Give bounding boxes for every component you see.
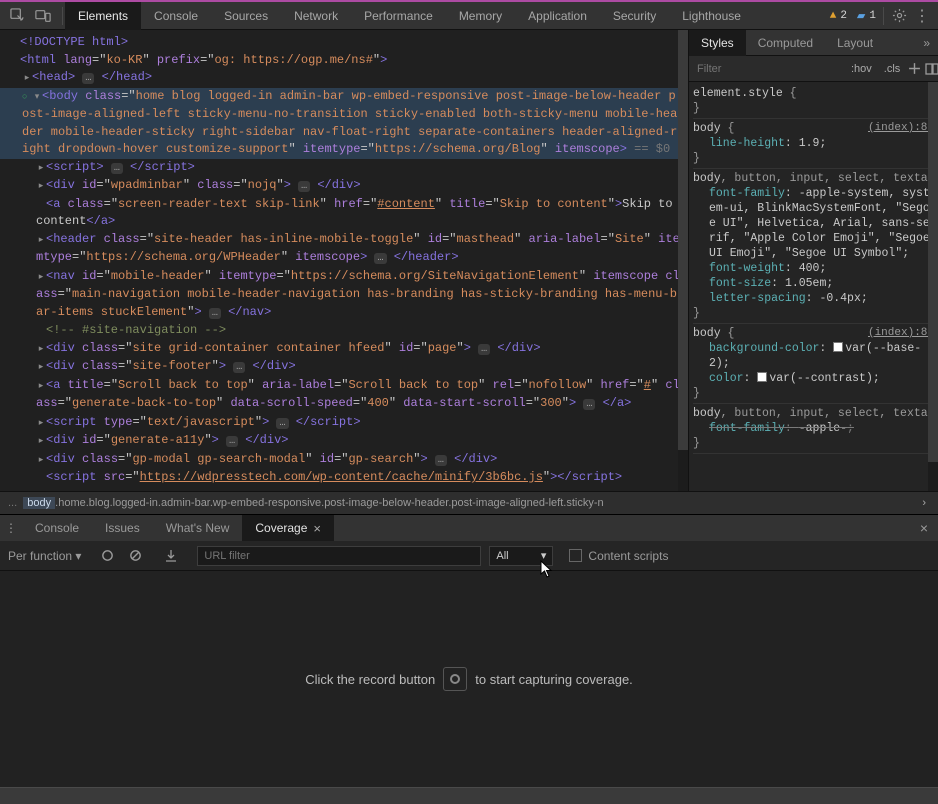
empty-text-after: to start capturing coverage. xyxy=(475,672,633,687)
main-tab-sources[interactable]: Sources xyxy=(211,2,281,30)
record-hint-icon[interactable] xyxy=(443,667,467,691)
styles-tab-layout[interactable]: Layout xyxy=(825,30,885,56)
styles-scrollbar[interactable] xyxy=(928,82,938,491)
drawer-close-icon[interactable]: × xyxy=(910,520,938,536)
dom-node[interactable]: <!DOCTYPE html> xyxy=(0,34,688,52)
settings-icon[interactable] xyxy=(886,3,912,29)
warnings-badge[interactable]: ▲2 xyxy=(825,8,852,24)
styles-filter-input[interactable] xyxy=(693,63,843,75)
cls-toggle[interactable]: .cls xyxy=(880,63,905,75)
export-icon[interactable] xyxy=(161,546,181,566)
drawer-tab-issues[interactable]: Issues xyxy=(92,515,153,541)
dom-node[interactable]: <html lang="ko-KR" prefix="og: https://o… xyxy=(0,52,688,70)
dom-node[interactable]: <script> … </script> xyxy=(0,159,688,178)
drawer-menu-icon[interactable]: ⋮ xyxy=(0,515,22,541)
new-rule-icon[interactable] xyxy=(908,59,921,79)
type-filter-select[interactable]: All▾ xyxy=(489,546,553,566)
drawer-tab-coverage[interactable]: Coverage× xyxy=(242,515,334,541)
main-tab-application[interactable]: Application xyxy=(515,2,600,30)
elements-panel[interactable]: <!DOCTYPE html><html lang="ko-KR" prefix… xyxy=(0,30,688,491)
styles-rules[interactable]: element.style {}body {(index):83line-hei… xyxy=(689,82,938,491)
device-toggle-icon[interactable] xyxy=(30,3,56,29)
css-rule[interactable]: body {(index):83line-height: 1.9;} xyxy=(693,119,934,169)
coverage-toolbar: Per function ▾ All▾ Content scripts xyxy=(0,541,938,571)
css-rule[interactable]: body {(index):83background-color: var(--… xyxy=(693,324,934,404)
hov-toggle[interactable]: :hov xyxy=(847,63,876,75)
css-rule[interactable]: body, button, input, select, textarea {2… xyxy=(693,404,934,454)
dom-node[interactable]: <!-- #site-navigation --> xyxy=(0,322,688,340)
inspect-icon[interactable] xyxy=(4,3,30,29)
drawer-tabs: ⋮ ConsoleIssuesWhat's NewCoverage×× xyxy=(0,515,938,541)
per-function-select[interactable]: Per function ▾ xyxy=(8,549,81,563)
issues-badge[interactable]: ▰1 xyxy=(852,7,881,25)
dom-node[interactable]: <div class="site grid-container containe… xyxy=(0,340,688,359)
coverage-empty-state: Click the record button to start capturi… xyxy=(0,571,938,787)
styles-panel: StylesComputedLayout » :hov .cls element.… xyxy=(688,30,938,491)
dom-node[interactable]: <nav id="mobile-header" itemtype="https:… xyxy=(0,268,688,323)
drawer: ⋮ ConsoleIssuesWhat's NewCoverage×× Per … xyxy=(0,514,938,787)
content-scripts-checkbox[interactable]: Content scripts xyxy=(569,549,668,563)
styles-tab-styles[interactable]: Styles xyxy=(689,30,746,56)
main-tab-performance[interactable]: Performance xyxy=(351,2,446,30)
css-rule[interactable]: element.style {} xyxy=(693,84,934,119)
dom-node[interactable]: <head> … </head> xyxy=(0,69,688,88)
main-tab-console[interactable]: Console xyxy=(141,2,211,30)
block-icon[interactable] xyxy=(125,546,145,566)
dom-node[interactable]: <div id="generate-a11y"> … </div> xyxy=(0,432,688,451)
dom-node[interactable]: <div class="gp-modal gp-search-modal" id… xyxy=(0,451,688,470)
dom-node[interactable]: <body class="home blog logged-in admin-b… xyxy=(0,88,688,159)
styles-tab-computed[interactable]: Computed xyxy=(746,30,825,56)
main-tab-elements[interactable]: Elements xyxy=(65,2,141,30)
url-filter-input[interactable] xyxy=(197,546,481,566)
breadcrumb-rest: .home.blog.logged-in.admin-bar.wp-embed-… xyxy=(55,497,603,509)
css-rule[interactable]: body, button, input, select, textarea {(… xyxy=(693,169,934,324)
breadcrumb[interactable]: ... body.home.blog.logged-in.admin-bar.w… xyxy=(0,491,938,514)
dom-node[interactable]: <script type="text/javascript"> … </scri… xyxy=(0,414,688,433)
main-tab-lighthouse[interactable]: Lighthouse xyxy=(669,2,754,30)
drawer-tab-console[interactable]: Console xyxy=(22,515,92,541)
dom-node[interactable]: <div class="site-footer"> … </div> xyxy=(0,358,688,377)
main-tab-security[interactable]: Security xyxy=(600,2,669,30)
elements-scrollbar[interactable] xyxy=(678,30,688,491)
main-tab-network[interactable]: Network xyxy=(281,2,351,30)
computed-pane-icon[interactable] xyxy=(925,59,938,79)
styles-tabs-more-icon[interactable]: » xyxy=(915,36,938,50)
dom-node[interactable]: <script src="https://wdpresstech.com/wp-… xyxy=(0,469,688,487)
drawer-tab-what-s-new[interactable]: What's New xyxy=(153,515,243,541)
breadcrumb-next-icon[interactable]: › xyxy=(918,497,930,509)
devtools-toolbar: ElementsConsoleSourcesNetworkPerformance… xyxy=(0,2,938,30)
record-icon[interactable] xyxy=(97,546,117,566)
status-bar xyxy=(0,787,938,804)
styles-tabs: StylesComputedLayout » xyxy=(689,30,938,56)
dom-node[interactable]: <header class="site-header has-inline-mo… xyxy=(0,231,688,268)
dom-node[interactable]: <a title="Scroll back to top" aria-label… xyxy=(0,377,688,414)
tab-close-icon[interactable]: × xyxy=(313,521,321,536)
dom-node[interactable]: <div id="wpadminbar" class="nojq"> … </d… xyxy=(0,177,688,196)
main-tabs: ElementsConsoleSourcesNetworkPerformance… xyxy=(65,2,754,30)
dom-node[interactable]: <a class="screen-reader-text skip-link" … xyxy=(0,196,688,231)
main-tab-memory[interactable]: Memory xyxy=(446,2,515,30)
more-menu-icon[interactable]: ⋮ xyxy=(912,6,938,26)
empty-text-before: Click the record button xyxy=(305,672,435,687)
breadcrumb-selected: body xyxy=(23,497,55,509)
styles-toolbar: :hov .cls xyxy=(689,56,938,82)
